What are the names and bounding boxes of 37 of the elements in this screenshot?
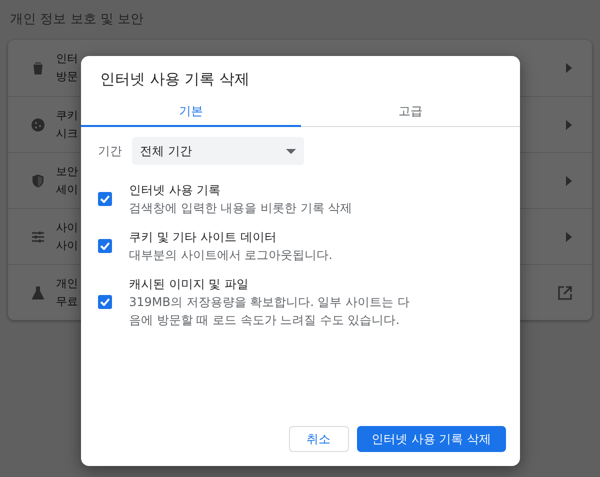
tab[interactable]: 기본 — [81, 96, 300, 127]
arrow-icon — [566, 176, 572, 186]
row-title: 인터 — [56, 51, 78, 67]
caret-icon — [286, 148, 296, 154]
row-title: 사이 — [56, 220, 78, 236]
checkbox[interactable] — [98, 192, 112, 206]
option-description: 대부분의 사이트에서 로그아웃됩니다. — [129, 247, 334, 264]
row-title: 보안 — [56, 164, 78, 180]
external-link-icon — [558, 286, 572, 300]
dialog-title: 인터넷 사용 기록 삭제 — [99, 69, 250, 90]
checkbox[interactable] — [98, 295, 112, 309]
option-title: 쿠키 및 기타 사이트 데이터 — [129, 229, 278, 246]
row-subtitle: 방문 — [56, 69, 78, 85]
cookie-icon — [30, 116, 46, 132]
option-description: 검색창에 입력한 내용을 비롯한 기록 삭제 — [129, 200, 354, 217]
arrow-icon — [566, 232, 572, 242]
row-title: 쿠키 — [56, 108, 78, 124]
option-description: 319MB의 저장용량을 확보합니다. 일부 사이트는 다음에 방문할 때 로드 속도가 느려질 수도 있습니다. — [129, 294, 410, 329]
period-label: 기간 — [98, 143, 122, 160]
arrow-icon — [566, 63, 572, 73]
option-title: 캐시된 이미지 및 파일 — [129, 276, 250, 293]
shield-icon — [30, 172, 46, 188]
section-heading: 개인 정보 보호 및 보안 — [9, 11, 145, 29]
arrow-icon — [566, 120, 572, 130]
row-subtitle: 시크 — [56, 126, 78, 142]
clear-data-button[interactable]: 인터넷 사용 기록 삭제 — [356, 426, 506, 452]
checkbox[interactable] — [98, 239, 112, 253]
row-title: 개인 — [56, 276, 78, 292]
period-dropdown[interactable]: 전체 기간 — [132, 137, 304, 165]
option-title: 인터넷 사용 기록 — [129, 182, 222, 199]
row-subtitle: 세이 — [56, 182, 78, 198]
cancel-button[interactable]: 취소 — [288, 426, 349, 452]
row-subtitle: 무료 — [56, 294, 78, 310]
tab[interactable]: 고급 — [300, 96, 520, 127]
flask-icon — [30, 284, 46, 300]
sliders-icon — [30, 228, 46, 244]
row-subtitle: 사이 — [56, 238, 78, 254]
